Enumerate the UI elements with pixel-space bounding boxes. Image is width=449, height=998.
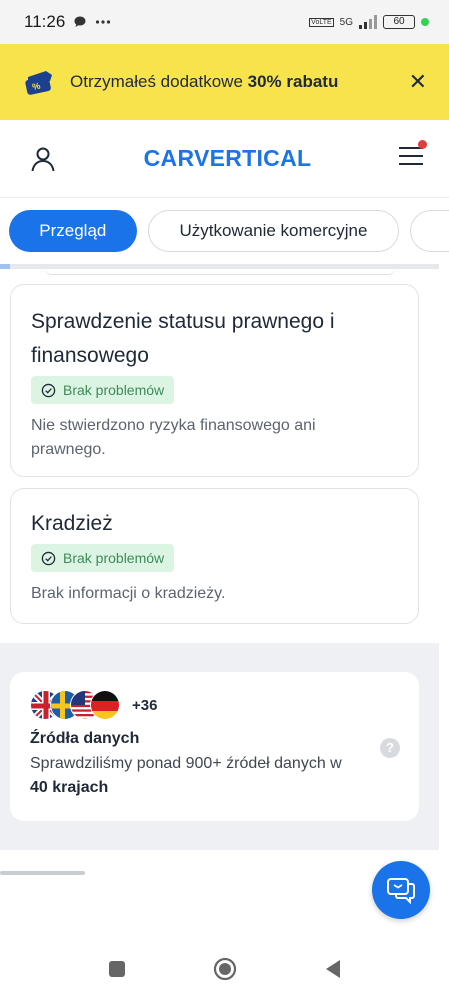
theft-card: Kradzież Brak problemów Brak informacji … (10, 488, 419, 624)
chat-icon (387, 878, 415, 904)
tab-next-partial[interactable] (410, 210, 449, 252)
horizontal-scroll-indicator (0, 871, 85, 875)
status-badge-label: Brak problemów (63, 382, 165, 398)
data-sources-description: Sprawdziliśmy ponad 900+ źródeł danych w… (30, 752, 360, 800)
back-triangle-icon (325, 960, 340, 978)
signal-icon (359, 15, 377, 29)
app-header: CARVERTICAL (0, 120, 449, 198)
chat-support-button[interactable] (372, 861, 430, 919)
recent-apps-button[interactable] (102, 954, 132, 984)
germany-flag-icon (90, 690, 120, 720)
home-circle-icon (213, 957, 236, 981)
more-notifications-icon (96, 20, 111, 24)
check-circle-icon (41, 551, 56, 565)
card-description: Brak informacji o kradzieży. (31, 585, 226, 602)
tab-commercial-use[interactable]: Użytkowanie komercyjne (147, 210, 400, 252)
promo-banner: % Otrzymałeś dodatkowe 30% rabatu ✕ (0, 44, 449, 120)
status-badge: Brak problemów (31, 544, 175, 572)
card-title: Kradzież (31, 512, 113, 535)
close-promo-button[interactable]: ✕ (409, 69, 427, 95)
chat-notification-icon (74, 16, 86, 27)
user-account-icon[interactable] (30, 146, 56, 172)
hamburger-menu-button[interactable] (399, 140, 427, 171)
volte-icon: VoLTE (309, 17, 334, 27)
status-bar: 11:26 VoLTE 5G 60 (0, 0, 449, 44)
status-badge-label: Brak problemów (63, 550, 165, 566)
network-type: 5G (339, 16, 353, 28)
help-icon[interactable]: ? (380, 738, 400, 758)
card-title: Sprawdzenie statusu prawnego i finansowe… (31, 310, 335, 367)
promo-discount: 30% rabatu (247, 72, 339, 91)
data-sources-card: +36 Źródła danych Sprawdziliśmy ponad 90… (10, 672, 419, 821)
card-description: Nie stwierdzono ryzyka finansowego ani p… (31, 417, 316, 458)
data-sources-text: Sprawdziliśmy ponad 900+ źródeł danych w (30, 755, 342, 772)
discount-ticket-icon: % (25, 71, 52, 95)
data-sources-title: Źródła danych (30, 730, 140, 747)
check-circle-icon (41, 383, 56, 397)
additional-countries-count: +36 (132, 696, 158, 714)
back-button[interactable] (318, 954, 348, 984)
carvertical-logo[interactable]: CARVERTICAL (144, 145, 312, 172)
notification-dot (418, 140, 427, 149)
data-sources-countries: 40 krajach (30, 779, 109, 796)
legal-financial-status-card: Sprawdzenie statusu prawnego i finansowe… (10, 284, 419, 477)
previous-card-edge (44, 267, 396, 275)
hamburger-menu-icon (399, 147, 423, 165)
tab-overview[interactable]: Przegląd (9, 210, 137, 252)
privacy-indicator-dot (421, 18, 429, 26)
report-tabs: Przegląd Użytkowanie komercyjne (0, 198, 449, 264)
tabs-scroll-thumb (0, 264, 10, 269)
home-button[interactable] (210, 954, 240, 984)
android-navigation-bar (0, 940, 449, 998)
report-content: Sprawdzenie statusu prawnego i finansowe… (0, 264, 439, 642)
status-badge: Brak problemów (31, 376, 175, 404)
battery-indicator: 60 (383, 15, 415, 29)
status-time: 11:26 (24, 12, 66, 31)
country-flags: +36 (30, 690, 399, 720)
promo-text-prefix: Otrzymałeś dodatkowe (70, 72, 248, 91)
square-icon (108, 961, 125, 977)
promo-text: Otrzymałeś dodatkowe 30% rabatu (70, 72, 338, 92)
